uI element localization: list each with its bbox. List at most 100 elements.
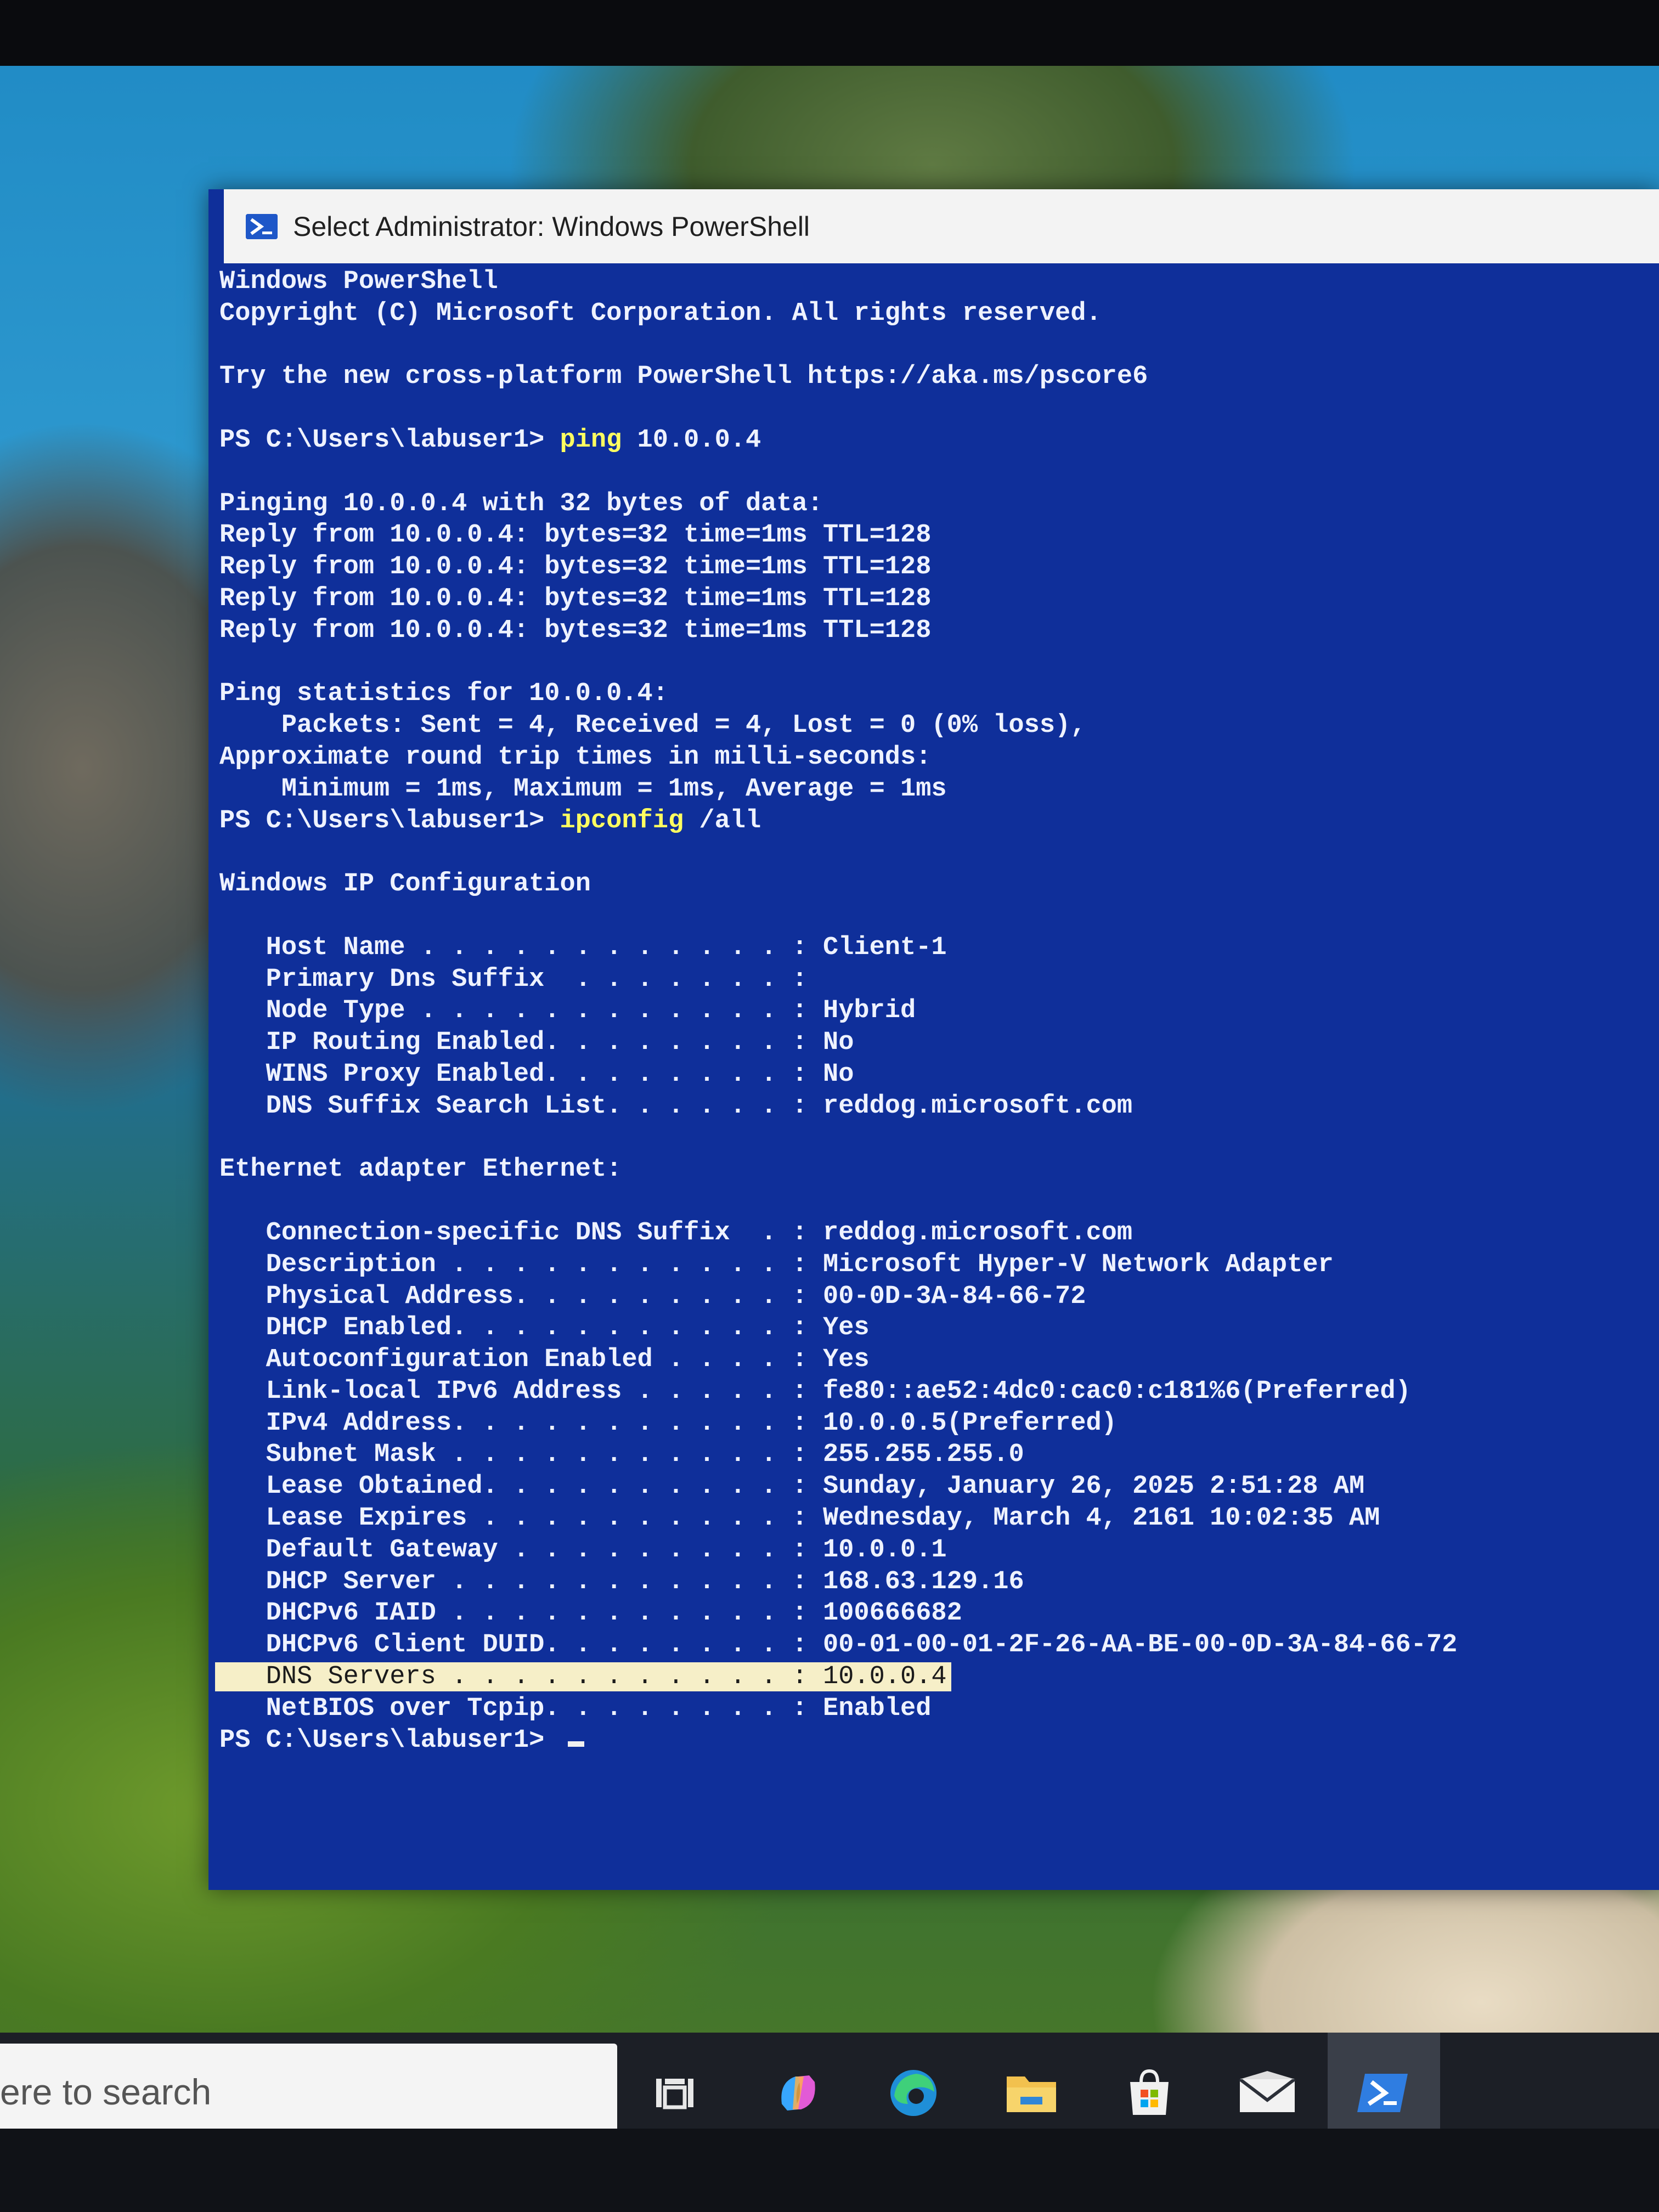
adapter-header: Ethernet adapter Ethernet:	[219, 1155, 622, 1184]
microsoft-store-icon[interactable]	[1119, 2063, 1180, 2123]
command-args: /all	[684, 806, 761, 836]
config-key: Link-local IPv6 Address . . . . . :	[219, 1376, 823, 1406]
config-value: 168.63.129.16	[822, 1567, 1024, 1596]
text-cursor	[567, 1741, 584, 1747]
config-key: DHCPv6 Client DUID. . . . . . . . :	[219, 1630, 823, 1660]
prompt-line: PS C:\Users\labuser1>	[219, 1725, 1646, 1757]
config-row: Lease Obtained. . . . . . . . . . : Sund…	[219, 1471, 1646, 1503]
config-row: Lease Expires . . . . . . . . . . : Wedn…	[219, 1503, 1646, 1534]
config-key: IPv4 Address. . . . . . . . . . . :	[219, 1408, 823, 1438]
config-key: DNS Servers . . . . . . . . . . . :	[219, 1662, 823, 1692]
config-key: Physical Address. . . . . . . . . :	[219, 1282, 823, 1311]
config-row: DNS Suffix Search List. . . . . . : redd…	[219, 1091, 1646, 1122]
config-value: Sunday, January 26, 2025 2:51:28 AM	[822, 1472, 1365, 1502]
ping-output-line: Pinging 10.0.0.4 with 32 bytes of data:	[219, 488, 1646, 520]
config-value: Wednesday, March 4, 2161 10:02:35 AM	[822, 1504, 1380, 1533]
config-key: DNS Suffix Search List. . . . . . :	[219, 1091, 823, 1121]
monitor-bezel-bottom	[0, 2129, 1659, 2212]
config-value: 10.0.0.1	[822, 1535, 947, 1565]
config-row: NetBIOS over Tcpip. . . . . . . . : Enab…	[219, 1693, 1646, 1725]
config-value: 00-01-00-01-2F-26-AA-BE-00-0D-3A-84-66-7…	[822, 1630, 1458, 1660]
ping-output-line: Approximate round trip times in milli-se…	[219, 742, 1646, 774]
config-value: 10.0.0.4	[822, 1662, 947, 1692]
prompt-line: PS C:\Users\labuser1> ipconfig /all	[219, 805, 1646, 837]
config-row: Link-local IPv6 Address . . . . . : fe80…	[219, 1376, 1646, 1408]
config-key: WINS Proxy Enabled. . . . . . . . :	[219, 1059, 823, 1089]
config-row: Subnet Mask . . . . . . . . . . . : 255.…	[219, 1439, 1646, 1471]
copilot-icon[interactable]	[768, 2063, 828, 2123]
section-header: Windows IP Configuration	[219, 868, 1646, 900]
config-value: No	[822, 1028, 854, 1058]
config-key: Lease Expires . . . . . . . . . . :	[219, 1504, 823, 1533]
config-key: Default Gateway . . . . . . . . . :	[219, 1535, 823, 1565]
output-text: Reply from 10.0.0.4: bytes=32 time=1ms T…	[219, 552, 932, 582]
ping-output-line	[219, 456, 1646, 488]
config-key: IP Routing Enabled. . . . . . . . :	[219, 1028, 823, 1058]
config-value: Client-1	[822, 933, 947, 962]
window-titlebar[interactable]: Select Administrator: Windows PowerShell	[224, 189, 1659, 263]
file-explorer-icon[interactable]	[1001, 2063, 1062, 2123]
config-row: Description . . . . . . . . . . . : Micr…	[219, 1249, 1646, 1281]
console-banner-line: Copyright (C) Microsoft Corporation. All…	[219, 298, 1646, 330]
config-value: No	[822, 1059, 854, 1089]
selection-highlight[interactable]: DNS Servers . . . . . . . . . . . : 10.0…	[215, 1662, 951, 1692]
config-row: IP Routing Enabled. . . . . . . . : No	[219, 1027, 1646, 1059]
config-key: Primary Dns Suffix . . . . . . . :	[219, 964, 823, 994]
banner-text: Windows PowerShell	[219, 267, 498, 296]
config-value: 00-0D-3A-84-66-72	[822, 1282, 1086, 1311]
output-text: Reply from 10.0.0.4: bytes=32 time=1ms T…	[219, 616, 932, 645]
prompt-line: PS C:\Users\labuser1> ping 10.0.0.4	[219, 425, 1646, 456]
config-key: Host Name . . . . . . . . . . . . :	[219, 933, 823, 962]
config-key: Node Type . . . . . . . . . . . . :	[219, 996, 823, 1026]
banner-text: Copyright (C) Microsoft Corporation. All…	[219, 298, 1102, 328]
config-value: reddog.microsoft.com	[822, 1218, 1133, 1248]
powershell-taskbar-icon[interactable]	[1352, 2063, 1413, 2123]
edge-icon[interactable]	[883, 2063, 944, 2123]
output-text: Pinging 10.0.0.4 with 32 bytes of data:	[219, 489, 823, 518]
console-banner-line	[219, 393, 1646, 425]
output-text: Minimum = 1ms, Maximum = 1ms, Average = …	[219, 774, 947, 804]
mail-icon[interactable]	[1237, 2063, 1297, 2123]
config-value: 10.0.0.5(Preferred)	[822, 1408, 1117, 1438]
config-key: DHCPv6 IAID . . . . . . . . . . . :	[219, 1599, 823, 1628]
config-key: DHCP Server . . . . . . . . . . . :	[219, 1567, 823, 1596]
console-output[interactable]: Windows PowerShell Copyright (C) Microsof…	[215, 266, 1646, 1879]
ping-output-line: Minimum = 1ms, Maximum = 1ms, Average = …	[219, 774, 1646, 805]
config-row: Node Type . . . . . . . . . . . . : Hybr…	[219, 995, 1646, 1027]
search-placeholder: ere to search	[0, 2071, 212, 2112]
ping-output-line: Reply from 10.0.0.4: bytes=32 time=1ms T…	[219, 520, 1646, 551]
prompt-text: PS C:\Users\labuser1>	[219, 425, 560, 455]
taskbar-search-box[interactable]: ere to search	[0, 2044, 617, 2140]
config-key: Connection-specific DNS Suffix . :	[219, 1218, 823, 1248]
config-value: fe80::ae52:4dc0:cac0:c181%6(Preferred)	[822, 1376, 1411, 1406]
config-value: reddog.microsoft.com	[822, 1091, 1133, 1121]
ping-output-line: Reply from 10.0.0.4: bytes=32 time=1ms T…	[219, 615, 1646, 647]
config-key: NetBIOS over Tcpip. . . . . . . . :	[219, 1694, 823, 1723]
config-value: 255.255.255.0	[822, 1440, 1024, 1470]
section-header: Ethernet adapter Ethernet:	[219, 1154, 1646, 1186]
ipconfig-header: Windows IP Configuration	[219, 870, 591, 899]
config-row: Default Gateway . . . . . . . . . : 10.0…	[219, 1534, 1646, 1566]
task-view-icon[interactable]	[645, 2063, 705, 2123]
ping-output-line: Packets: Sent = 4, Received = 4, Lost = …	[219, 710, 1646, 742]
config-row: Connection-specific DNS Suffix . : reddo…	[219, 1217, 1646, 1249]
config-row: Host Name . . . . . . . . . . . . : Clie…	[219, 932, 1646, 964]
output-text: Packets: Sent = 4, Received = 4, Lost = …	[219, 711, 1086, 741]
config-row: DHCPv6 Client DUID. . . . . . . . : 00-0…	[219, 1629, 1646, 1661]
config-key: Lease Obtained. . . . . . . . . . :	[219, 1472, 823, 1502]
powershell-window[interactable]: Select Administrator: Windows PowerShell…	[208, 189, 1659, 1890]
ping-output-line	[219, 647, 1646, 679]
monitor-bezel-top	[0, 0, 1659, 66]
config-key: Subnet Mask . . . . . . . . . . . :	[219, 1440, 823, 1470]
config-row: Physical Address. . . . . . . . . : 00-0…	[219, 1281, 1646, 1313]
config-value: Yes	[822, 1313, 870, 1343]
ping-output-line: Ping statistics for 10.0.0.4:	[219, 678, 1646, 710]
config-row: IPv4 Address. . . . . . . . . . . : 10.0…	[219, 1408, 1646, 1440]
command-name: ipconfig	[560, 806, 684, 836]
config-row: DHCPv6 IAID . . . . . . . . . . . : 1006…	[219, 1598, 1646, 1629]
config-key: Description . . . . . . . . . . . :	[219, 1250, 823, 1279]
output-text: Approximate round trip times in milli-se…	[219, 742, 932, 772]
prompt-text: PS C:\Users\labuser1>	[219, 1725, 560, 1755]
